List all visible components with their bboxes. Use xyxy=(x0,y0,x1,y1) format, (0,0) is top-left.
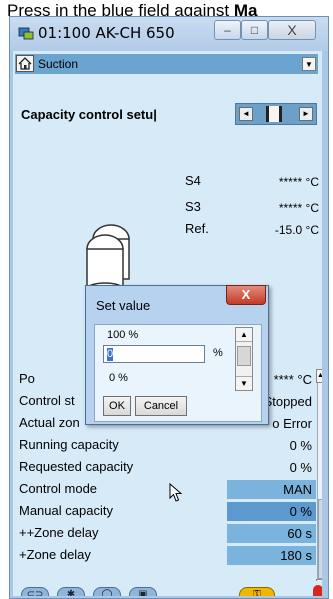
breadcrumb-label: Suction xyxy=(38,57,79,71)
scroll-up-button[interactable]: ▲ xyxy=(316,369,322,383)
fan-icon[interactable]: ✱ xyxy=(57,587,85,596)
dialog-close-button[interactable]: X xyxy=(226,285,266,305)
dialog-body: 100 % 0 % 0 % ▲ ▼ OK Cancel xyxy=(94,324,262,422)
bottom-toolbar: ⊂⊃ ✱ ◯ ▣ ⚿ xyxy=(13,581,322,596)
arrow-down-icon: ▼ xyxy=(240,379,248,388)
key-icon[interactable]: ⚿ xyxy=(239,587,275,596)
spinner-down-button[interactable]: ▼ xyxy=(236,376,252,390)
measurement-label: S4 xyxy=(185,173,201,188)
ok-button[interactable]: OK xyxy=(103,396,131,416)
parameter-row-zone-delay-plus[interactable]: +Zone delay 180 s xyxy=(13,545,318,566)
minimize-button[interactable]: – xyxy=(214,20,241,40)
close-button[interactable]: X xyxy=(268,20,316,40)
home-icon xyxy=(18,57,32,70)
camera-icon[interactable]: ▣ xyxy=(129,587,157,596)
measurement-label: S3 xyxy=(185,199,201,214)
min-value-label: 0 % xyxy=(109,372,128,384)
measurement-value: -15.0 °C xyxy=(274,223,319,237)
row-label: Control st xyxy=(19,393,75,408)
alarm-icon[interactable] xyxy=(313,585,322,596)
next-section-button[interactable]: ► xyxy=(299,107,313,121)
scrollbar-thumb[interactable] xyxy=(318,499,322,579)
measurement-value: ***** °C xyxy=(278,201,319,215)
parameter-row-requested-capacity: Requested capacity 0 % xyxy=(13,457,318,478)
value-spinner[interactable]: ▲ ▼ xyxy=(235,327,253,391)
parameter-row-manual-capacity[interactable]: Manual capacity 0 % xyxy=(13,501,318,522)
breadcrumb-dropdown[interactable]: ▼ xyxy=(302,57,316,71)
parameter-row-running-capacity: Running capacity 0 % xyxy=(13,435,318,456)
row-label: Running capacity xyxy=(19,437,119,452)
section-title: Capacity control setu| xyxy=(21,107,157,122)
compressor-group-icon[interactable]: ⊂⊃ xyxy=(21,587,49,596)
app-window: 01:100 AK-CH 650 – □ X Suction ▼ Capacit… xyxy=(9,16,329,599)
measurement-value: ***** °C xyxy=(278,175,319,189)
set-value-dialog: Set value X 100 % 0 % 0 % ▲ ▼ OK Cancel xyxy=(85,285,269,425)
measurement-label: Ref. xyxy=(185,221,209,236)
row-label: Manual capacity xyxy=(19,503,113,518)
arrow-up-icon: ▲ xyxy=(240,330,248,339)
zone-delay-plus-plus-field[interactable]: 60 s xyxy=(227,524,316,543)
home-button[interactable] xyxy=(16,55,34,72)
spinner-thumb[interactable] xyxy=(237,346,251,366)
arrow-left-icon: ◄ xyxy=(242,109,250,118)
mouse-cursor-icon xyxy=(169,483,183,502)
title-bar[interactable]: 01:100 AK-CH 650 – □ X xyxy=(10,17,328,51)
unit-label: % xyxy=(213,347,223,359)
max-value-label: 100 % xyxy=(107,329,139,341)
app-icon xyxy=(18,27,34,40)
window-title: 01:100 AK-CH 650 xyxy=(38,24,175,42)
value-input[interactable]: 0 xyxy=(103,345,205,363)
breadcrumb-bar: Suction ▼ xyxy=(15,54,318,74)
condenser-icon[interactable]: ◯ xyxy=(93,587,121,596)
parameter-scrollbar[interactable] xyxy=(317,369,322,596)
row-value: 0 % xyxy=(289,460,312,475)
parameter-row-zone-delay-plus-plus[interactable]: ++Zone delay 60 s xyxy=(13,523,318,544)
row-label: Actual zon xyxy=(19,415,80,430)
row-label: Po xyxy=(19,371,35,386)
zone-delay-plus-field[interactable]: 180 s xyxy=(227,546,316,565)
row-label: Control mode xyxy=(19,481,98,496)
row-label: ++Zone delay xyxy=(19,525,99,540)
row-label: +Zone delay xyxy=(19,547,91,562)
row-label: Requested capacity xyxy=(19,459,134,474)
section-slider-thumb[interactable] xyxy=(266,106,282,122)
section-navigator[interactable]: ◄ ► xyxy=(235,103,317,125)
manual-capacity-field[interactable]: 0 % xyxy=(227,502,316,521)
prev-section-button[interactable]: ◄ xyxy=(239,107,253,121)
parameter-row-control-mode[interactable]: Control mode MAN xyxy=(13,479,318,500)
maximize-button[interactable]: □ xyxy=(241,20,268,40)
spinner-up-button[interactable]: ▲ xyxy=(236,328,252,342)
cancel-button[interactable]: Cancel xyxy=(135,396,187,416)
selected-input-text: 0 xyxy=(107,348,114,362)
dialog-title: Set value xyxy=(96,298,151,313)
arrow-right-icon: ► xyxy=(302,109,310,118)
row-value: 0 % xyxy=(289,438,312,453)
control-mode-field[interactable]: MAN xyxy=(227,480,316,499)
client-area: Suction ▼ Capacity control setu| ◄ ► S4 … xyxy=(13,51,322,596)
arrow-up-icon: ▲ xyxy=(317,372,322,379)
chevron-down-icon: ▼ xyxy=(305,60,313,69)
